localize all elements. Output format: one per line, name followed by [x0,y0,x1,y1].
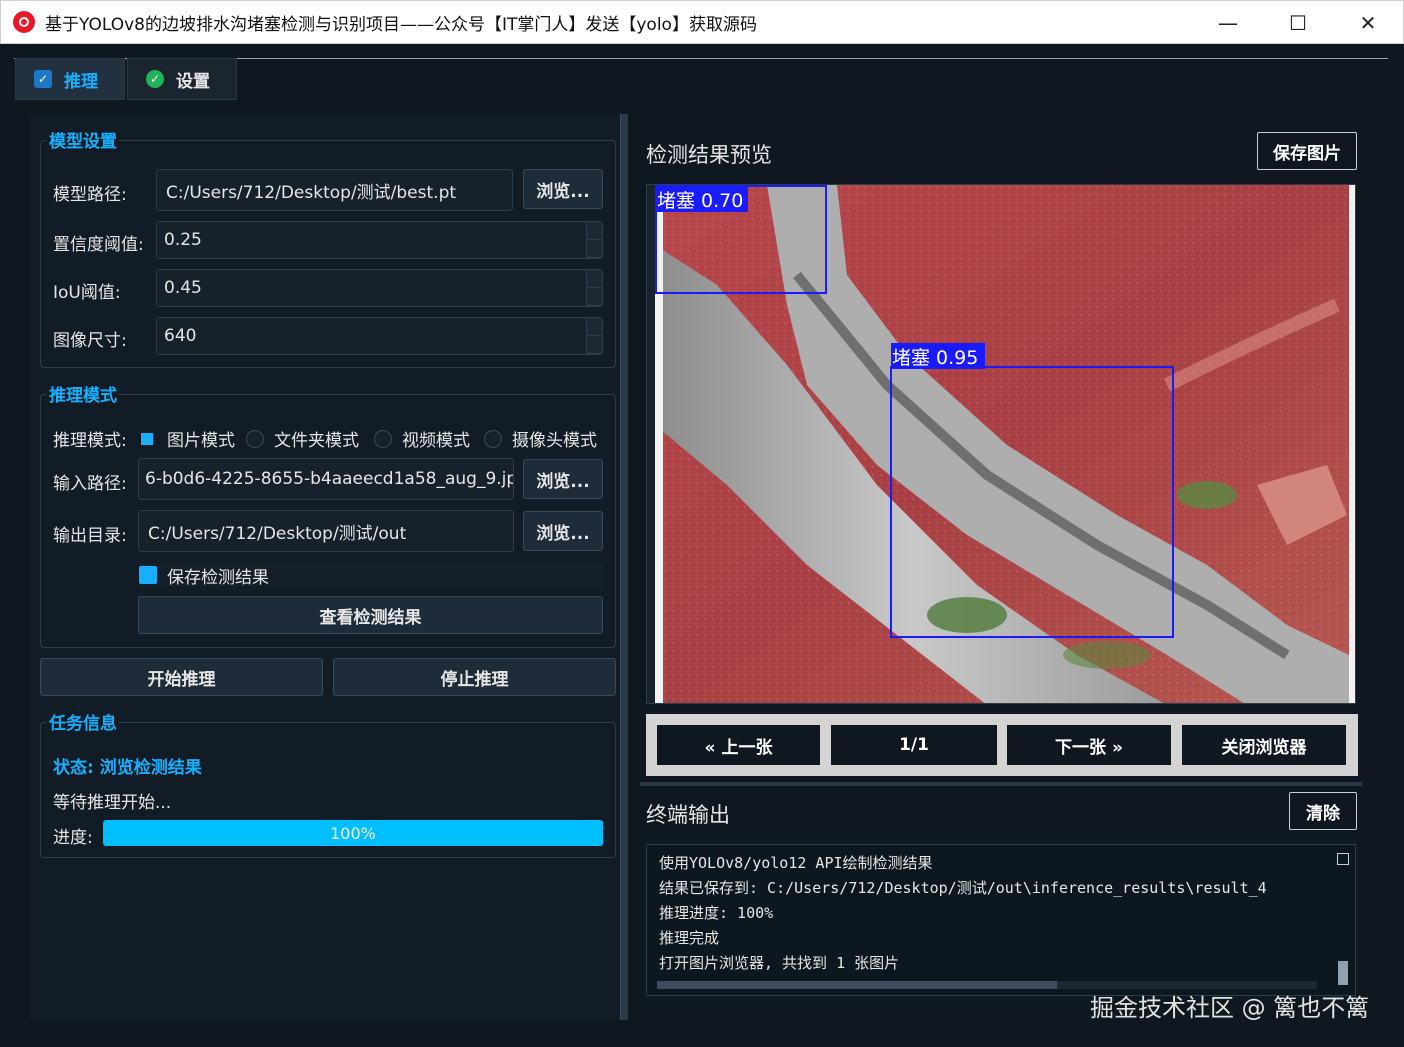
tab-inference[interactable]: ✓ 推理 [15,58,125,100]
image-right-edge [1349,185,1355,703]
radio-camera-mode[interactable]: 摄像头模式 [484,426,597,451]
terminal-line: 推理进度: 100% [659,904,774,922]
radio-checked-indicator [141,432,153,445]
prev-image-button[interactable]: « 上一张 [657,725,820,765]
image-navigation-bar: « 上一张 1/1 下一张 » 关闭浏览器 [646,714,1358,776]
grass-patch [1177,481,1237,509]
radio-image-mode-label: 图片模式 [167,431,235,451]
title-bar: 基于YOLOv8的边坡排水沟堵塞检测与识别项目——公众号【IT掌门人】发送【yo… [0,0,1404,44]
terminal-title: 终端输出 [646,803,730,827]
iou-threshold-spinbox[interactable]: 0.45 [156,269,603,307]
view-results-button[interactable]: 查看检测结果 [138,596,603,634]
maximize-button[interactable]: ☐ [1263,1,1333,45]
input-path-field[interactable]: 6-b0d6-4225-8655-b4aaeecd1a58_aug_9.jpg [138,458,514,500]
tab-settings[interactable]: ✓ 设置 [127,58,237,100]
tab-inference-label: 推理 [64,71,98,92]
chart-icon: ✓ [34,70,52,88]
close-button[interactable]: ✕ [1333,1,1403,45]
radio-camera-mode-label: 摄像头模式 [512,431,597,451]
conf-spin-arrows[interactable] [586,222,602,258]
window-controls: — ☐ ✕ [1193,1,1403,45]
terminal-vertical-scrollbar[interactable] [1337,853,1349,987]
minimize-button[interactable]: — [1193,1,1263,45]
radio-indicator [374,429,392,448]
clear-terminal-button[interactable]: 清除 [1289,792,1357,830]
tab-settings-label: 设置 [176,71,210,92]
app-logo-icon [13,11,35,33]
output-dir-field[interactable]: C:/Users/712/Desktop/测试/out [138,510,514,552]
image-size-value: 640 [164,326,197,346]
page-indicator: 1/1 [831,725,997,765]
conf-threshold-label: 置信度阈值: [53,235,144,255]
detection-label: 堵塞 0.95 [892,347,978,369]
inference-mode-title: 推理模式 [47,381,119,406]
stop-inference-button[interactable]: 停止推理 [333,658,616,696]
save-results-checkbox[interactable]: 保存检测结果 [139,563,603,588]
radio-video-mode[interactable]: 视频模式 [374,426,470,451]
scrollbar-thumb[interactable] [657,981,1057,989]
progress-text: 100% [330,823,376,843]
grass-patch [927,597,1007,633]
task-info-title: 任务信息 [47,709,119,734]
model-settings-title: 模型设置 [47,127,119,152]
watermark: 掘金技术社区 @ 篱也不篱 [1090,994,1370,1022]
check-icon: ✓ [146,70,164,88]
model-path-input[interactable]: C:/Users/712/Desktop/测试/best.pt [156,169,513,211]
next-image-button[interactable]: 下一张 » [1007,725,1171,765]
start-inference-button[interactable]: 开始推理 [40,658,323,696]
radio-video-mode-label: 视频模式 [402,431,470,451]
radio-folder-mode[interactable]: 文件夹模式 [246,426,359,451]
right-splitter[interactable] [640,782,1362,786]
terminal-line: 使用YOLOv8/yolo12 API绘制检测结果 [659,854,933,872]
input-path-label: 输入路径: [53,474,127,494]
scroll-up-icon[interactable] [1337,853,1349,865]
checkbox-checked-box [139,566,157,584]
progress-label: 进度: [53,828,93,848]
save-image-button[interactable]: 保存图片 [1257,132,1357,170]
terminal-output[interactable]: 使用YOLOv8/yolo12 API绘制检测结果 结果已保存到: C:/Use… [646,844,1356,996]
radio-indicator [484,429,502,448]
image-size-spinbox[interactable]: 640 [156,317,603,355]
window-title: 基于YOLOv8的边坡排水沟堵塞检测与识别项目——公众号【IT掌门人】发送【yo… [45,14,757,35]
image-size-label: 图像尺寸: [53,331,127,351]
terminal-line: 结果已保存到: C:/Users/712/Desktop/测试/out\infe… [659,879,1267,897]
iou-threshold-label: IoU阈值: [53,283,121,303]
progress-bar: 100% [103,820,603,846]
detection-label: 堵塞 0.70 [657,190,743,212]
output-browse-button[interactable]: 浏览... [523,511,603,551]
model-path-label: 模型路径: [53,185,127,205]
panel-splitter[interactable] [620,114,628,1020]
input-browse-button[interactable]: 浏览... [523,459,603,499]
preview-title: 检测结果预览 [646,143,772,167]
conf-threshold-spinbox[interactable]: 0.25 [156,221,603,259]
save-results-label: 保存检测结果 [167,567,269,588]
grass-patch [1063,641,1151,669]
detection-preview: 堵塞 0.70 堵塞 0.95 [646,184,1356,704]
scrollbar-thumb[interactable] [1338,961,1348,985]
status-message: 等待推理开始... [53,793,172,813]
iou-threshold-value: 0.45 [164,278,202,298]
close-viewer-button[interactable]: 关闭浏览器 [1182,725,1346,765]
radio-image-mode[interactable]: 图片模式 [141,426,235,451]
terminal-line: 推理完成 [659,929,720,947]
status-text: 状态: 浏览检测结果 [53,758,202,778]
iou-spin-arrows[interactable] [586,270,602,306]
detection-image: 堵塞 0.70 堵塞 0.95 [655,185,1355,703]
radio-folder-mode-label: 文件夹模式 [274,431,359,451]
model-browse-button[interactable]: 浏览... [523,169,603,209]
conf-threshold-value: 0.25 [164,230,202,250]
radio-indicator [246,429,264,448]
output-dir-label: 输出目录: [53,526,127,546]
mode-label: 推理模式: [53,431,127,451]
terminal-line: 打开图片浏览器, 共找到 1 张图片 [659,954,900,972]
imgsz-spin-arrows[interactable] [586,318,602,354]
